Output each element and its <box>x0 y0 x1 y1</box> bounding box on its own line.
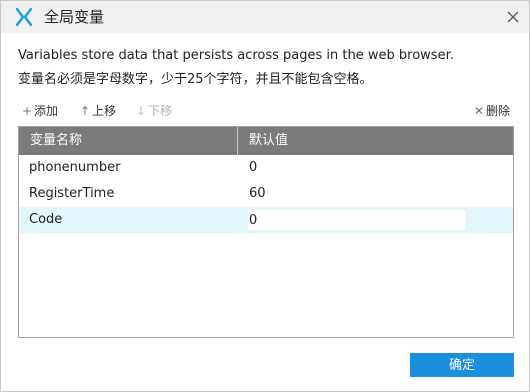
ok-button[interactable]: 确定 <box>410 353 514 377</box>
add-variable-button[interactable]: + 添加 <box>22 102 58 120</box>
x-icon: ✕ <box>473 104 485 118</box>
plus-icon: + <box>22 104 33 118</box>
table-header: 变量名称 默认值 <box>19 127 513 155</box>
add-label: 添加 <box>34 104 59 118</box>
delete-label: 删除 <box>485 104 510 118</box>
title-bar: 全局变量 <box>1 1 529 33</box>
variable-name-cell[interactable]: phonenumber <box>29 155 120 181</box>
move-down-button[interactable]: ↓ 下移 <box>136 102 172 120</box>
default-value-cell[interactable]: 60 <box>249 181 266 207</box>
global-variables-dialog: 全局变量 Variables store data that persists … <box>0 0 530 392</box>
column-header-default-value[interactable]: 默认值 <box>238 127 513 155</box>
default-value-input[interactable] <box>248 210 466 230</box>
close-icon <box>507 11 519 23</box>
axure-logo-icon <box>15 7 33 27</box>
dialog-title: 全局变量 <box>44 8 105 26</box>
description-english: Variables store data that persists acros… <box>18 48 454 63</box>
close-button[interactable] <box>503 7 523 27</box>
description-chinese: 变量名必须是字母数字，少于25个字符，并且不能包含空格。 <box>18 72 373 87</box>
column-header-name[interactable]: 变量名称 <box>19 127 238 155</box>
delete-variable-button[interactable]: ✕ 删除 <box>474 102 510 120</box>
move-up-button[interactable]: ↑ 上移 <box>80 102 116 120</box>
move-up-label: 上移 <box>92 104 117 118</box>
default-value-cell[interactable]: 0 <box>249 155 257 181</box>
variables-table: 变量名称 默认值 phonenumber 0 RegisterTime 60 C… <box>18 126 514 338</box>
variable-name-cell[interactable]: RegisterTime <box>29 181 114 207</box>
variable-name-cell[interactable]: Code <box>29 207 62 233</box>
table-row-selected[interactable]: Code <box>19 207 513 233</box>
arrow-up-icon: ↑ <box>80 104 91 118</box>
table-row[interactable]: phonenumber 0 <box>19 155 513 181</box>
move-down-label: 下移 <box>148 104 173 118</box>
table-row[interactable]: RegisterTime 60 <box>19 181 513 207</box>
arrow-down-icon: ↓ <box>136 104 147 118</box>
